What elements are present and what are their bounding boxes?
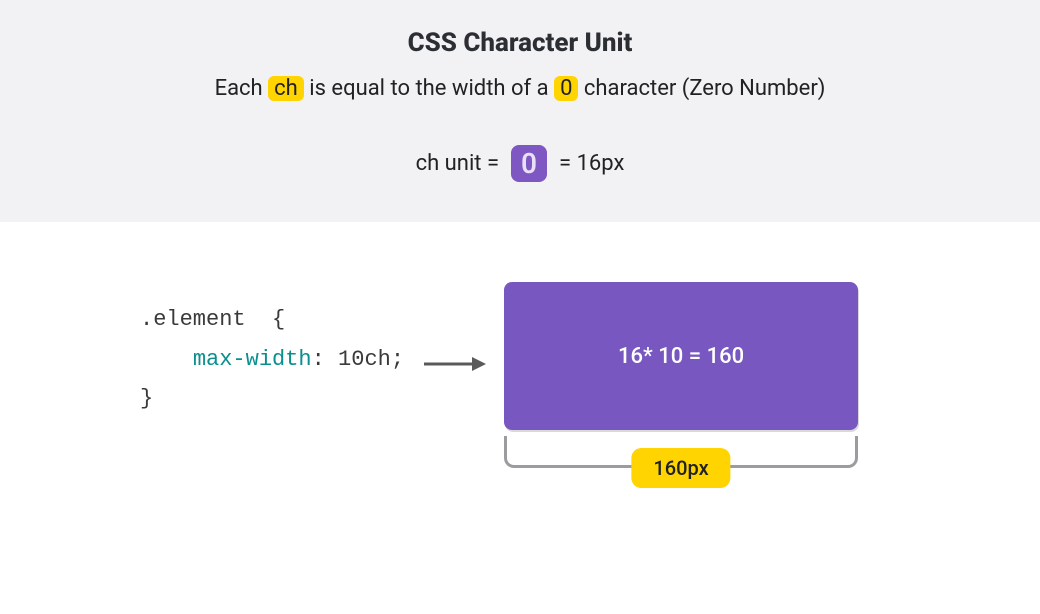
example-panel: .element { max-width: 10ch; } 16* 10 = 1… xyxy=(0,222,1040,494)
width-badge: 160px xyxy=(631,448,730,488)
code-semicolon: ; xyxy=(391,347,404,372)
width-bracket: 160px xyxy=(504,430,858,494)
subtitle-text: character (Zero Number) xyxy=(584,76,826,101)
code-colon: : xyxy=(312,347,325,372)
subtitle-text: is equal to the width of a xyxy=(309,76,548,101)
code-block: .element { max-width: 10ch; } xyxy=(140,282,404,419)
code-brace-close: } xyxy=(140,386,153,411)
highlight-zero: 0 xyxy=(554,76,578,101)
equation-left: ch unit = xyxy=(416,151,499,176)
code-brace-open: { xyxy=(272,307,285,332)
subtitle: Each ch is equal to the width of a 0 cha… xyxy=(0,76,1040,101)
page-title: CSS Character Unit xyxy=(0,28,1040,58)
header-panel: CSS Character Unit Each ch is equal to t… xyxy=(0,0,1040,222)
code-selector: .element xyxy=(140,307,246,332)
code-property: max-width xyxy=(193,347,312,372)
result-box: 16* 10 = 160 xyxy=(504,282,858,430)
equation-zero-badge: 0 xyxy=(511,145,547,182)
result-calc: 16* 10 = 160 xyxy=(618,344,744,369)
result-column: 16* 10 = 160 160px xyxy=(504,282,858,494)
equation-right: = 16px xyxy=(559,151,624,176)
highlight-ch: ch xyxy=(268,76,304,101)
code-value: 10ch xyxy=(338,347,391,372)
equation-line: ch unit = 0 = 16px xyxy=(0,145,1040,182)
subtitle-text: Each xyxy=(215,76,263,101)
arrow-icon xyxy=(422,354,486,378)
